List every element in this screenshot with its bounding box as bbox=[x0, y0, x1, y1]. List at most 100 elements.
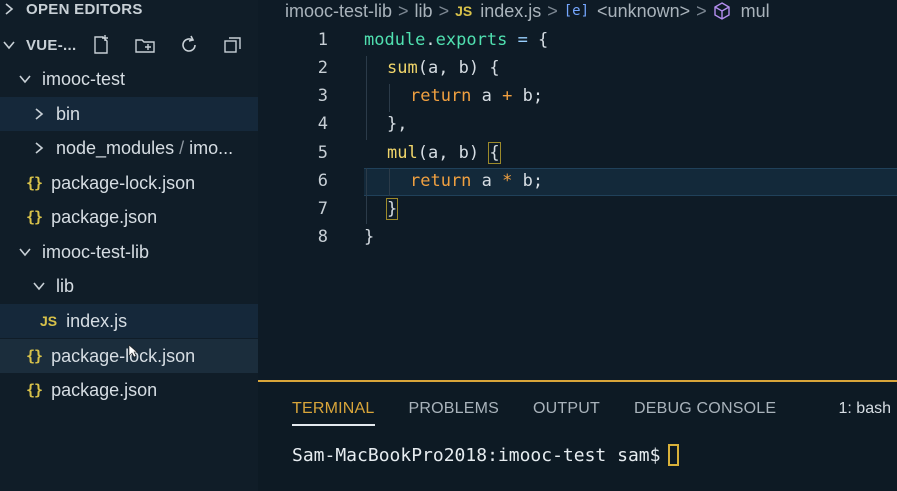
chevron-down-icon bbox=[18, 245, 32, 259]
open-editors-header[interactable]: OPEN EDITORS bbox=[0, 0, 258, 26]
terminal-shell-select[interactable]: 1: bash bbox=[839, 400, 891, 418]
code-line-1[interactable]: module.exports = { bbox=[364, 26, 548, 54]
breadcrumb-subfolder[interactable]: lib bbox=[415, 1, 433, 22]
breadcrumb-symbol[interactable]: <unknown> bbox=[597, 1, 690, 22]
chevron-down-icon bbox=[2, 38, 16, 52]
terminal-output[interactable]: Sam-MacBookPro2018:imooc-test sam$ bbox=[292, 444, 680, 466]
mouse-pointer-icon bbox=[128, 344, 138, 358]
code-line-5[interactable]: mul(a, b) { bbox=[387, 139, 501, 167]
breadcrumb: imooc-test-lib > lib > JS index.js > [e]… bbox=[258, 0, 897, 22]
file-label: package-lock.json bbox=[51, 172, 196, 193]
breadcrumb-separator: > bbox=[398, 0, 409, 21]
workspace-header[interactable]: VUE-... bbox=[0, 28, 258, 62]
token-assign: = bbox=[507, 30, 539, 50]
token-return: return bbox=[410, 171, 472, 191]
token-fn-mul: mul bbox=[387, 143, 418, 163]
token-params: (a, b) { bbox=[417, 58, 500, 78]
folder-label: lib bbox=[56, 275, 75, 296]
token-dot: . bbox=[425, 30, 436, 50]
chevron-right-icon bbox=[32, 107, 46, 121]
folder-label: node_modules bbox=[56, 137, 175, 158]
breadcrumb-separator: > bbox=[547, 0, 558, 21]
tree-file-package[interactable]: {} package.json bbox=[0, 200, 258, 234]
indent-guide bbox=[389, 168, 390, 196]
token-a: a bbox=[471, 171, 503, 191]
tree-folder-bin[interactable]: bin bbox=[0, 97, 258, 131]
explorer-toolbar bbox=[90, 34, 258, 56]
token-return: return bbox=[410, 86, 472, 106]
json-file-icon: {} bbox=[26, 347, 43, 365]
new-file-icon[interactable] bbox=[90, 34, 112, 56]
file-label: package-lock.json bbox=[51, 345, 196, 366]
json-file-icon: {} bbox=[26, 208, 43, 226]
terminal-prompt: Sam-MacBookPro2018:imooc-test sam$ bbox=[292, 444, 661, 466]
token-a: a bbox=[471, 86, 503, 106]
file-label: package.json bbox=[51, 379, 158, 400]
file-label: package.json bbox=[51, 206, 158, 227]
terminal-cursor bbox=[668, 444, 680, 466]
line-number: 4 bbox=[317, 114, 328, 134]
tab-terminal[interactable]: TERMINAL bbox=[292, 400, 375, 426]
code-line-8[interactable]: } bbox=[364, 223, 374, 251]
line-number: 3 bbox=[317, 86, 328, 106]
line-number: 2 bbox=[317, 58, 328, 78]
js-file-icon: JS bbox=[455, 3, 473, 19]
line-number: 5 bbox=[317, 143, 328, 163]
tab-debug-console[interactable]: DEBUG CONSOLE bbox=[634, 400, 776, 424]
tab-problems[interactable]: PROBLEMS bbox=[409, 400, 500, 424]
js-file-icon: JS bbox=[40, 313, 58, 329]
code-line-3[interactable]: return a + b; bbox=[410, 82, 543, 110]
token-multiply: * bbox=[502, 171, 513, 191]
line-number: 1 bbox=[317, 30, 328, 50]
breadcrumb-folder[interactable]: imooc-test-lib bbox=[285, 1, 392, 22]
folder-label-suffix: imo... bbox=[189, 137, 234, 158]
refresh-icon[interactable] bbox=[178, 34, 200, 56]
chevron-right-icon bbox=[32, 141, 46, 155]
folder-label: imooc-test bbox=[42, 68, 126, 89]
code-line-4[interactable]: }, bbox=[387, 110, 407, 138]
token-fn-sum: sum bbox=[387, 58, 418, 78]
tree-folder-lib[interactable]: lib bbox=[0, 269, 258, 303]
json-file-icon: {} bbox=[26, 174, 43, 192]
folder-label: imooc-test-lib bbox=[42, 241, 150, 262]
tree-file-lib-package[interactable]: {} package.json bbox=[0, 373, 258, 407]
tree-file-package-lock[interactable]: {} package-lock.json bbox=[0, 166, 258, 200]
explorer-sidebar: OPEN EDITORS VUE-... imooc-test bin node… bbox=[0, 0, 258, 491]
json-file-icon: {} bbox=[26, 381, 43, 399]
code-line-6[interactable]: return a * b; bbox=[410, 167, 543, 195]
token-b: b; bbox=[512, 86, 544, 106]
indent-guide bbox=[366, 56, 367, 140]
tree-folder-node-modules[interactable]: node_modules / imo... bbox=[0, 131, 258, 165]
folder-label: bin bbox=[56, 103, 81, 124]
line-number: 6 bbox=[317, 171, 328, 191]
chevron-down-icon bbox=[18, 72, 32, 86]
path-separator: / bbox=[179, 137, 185, 158]
bottom-panel: TERMINAL PROBLEMS OUTPUT DEBUG CONSOLE 1… bbox=[258, 380, 897, 491]
chevron-down-icon bbox=[32, 279, 46, 293]
token-plus: + bbox=[502, 86, 513, 106]
tab-output[interactable]: OUTPUT bbox=[533, 400, 600, 424]
token-b: b; bbox=[512, 171, 544, 191]
tree-folder-imooc-test[interactable]: imooc-test bbox=[0, 62, 258, 96]
workspace-label: VUE-... bbox=[26, 36, 77, 54]
panel-tabs: TERMINAL PROBLEMS OUTPUT DEBUG CONSOLE bbox=[258, 398, 776, 426]
code-line-7[interactable]: } bbox=[385, 195, 399, 223]
token-module: module bbox=[364, 30, 426, 50]
token-brace-matched: { bbox=[488, 142, 501, 164]
breadcrumb-symbol[interactable]: mul bbox=[741, 1, 770, 22]
token-close-brace: }, bbox=[387, 114, 408, 134]
breadcrumb-file[interactable]: index.js bbox=[480, 1, 541, 22]
token-brace: { bbox=[538, 30, 549, 50]
chevron-right-icon bbox=[2, 2, 16, 16]
new-folder-icon[interactable] bbox=[134, 34, 156, 56]
collapse-all-icon[interactable] bbox=[222, 34, 244, 56]
method-cube-icon bbox=[713, 2, 731, 20]
open-editors-label: OPEN EDITORS bbox=[26, 0, 143, 18]
token-close-brace-matched: } bbox=[385, 198, 399, 220]
code-line-2[interactable]: sum(a, b) { bbox=[387, 54, 500, 82]
token-exports: exports bbox=[435, 30, 508, 50]
token-close-brace: } bbox=[364, 227, 375, 247]
tree-file-index-js[interactable]: JS index.js bbox=[0, 304, 258, 338]
tree-folder-imooc-test-lib[interactable]: imooc-test-lib bbox=[0, 235, 258, 269]
line-number: 8 bbox=[317, 227, 328, 247]
